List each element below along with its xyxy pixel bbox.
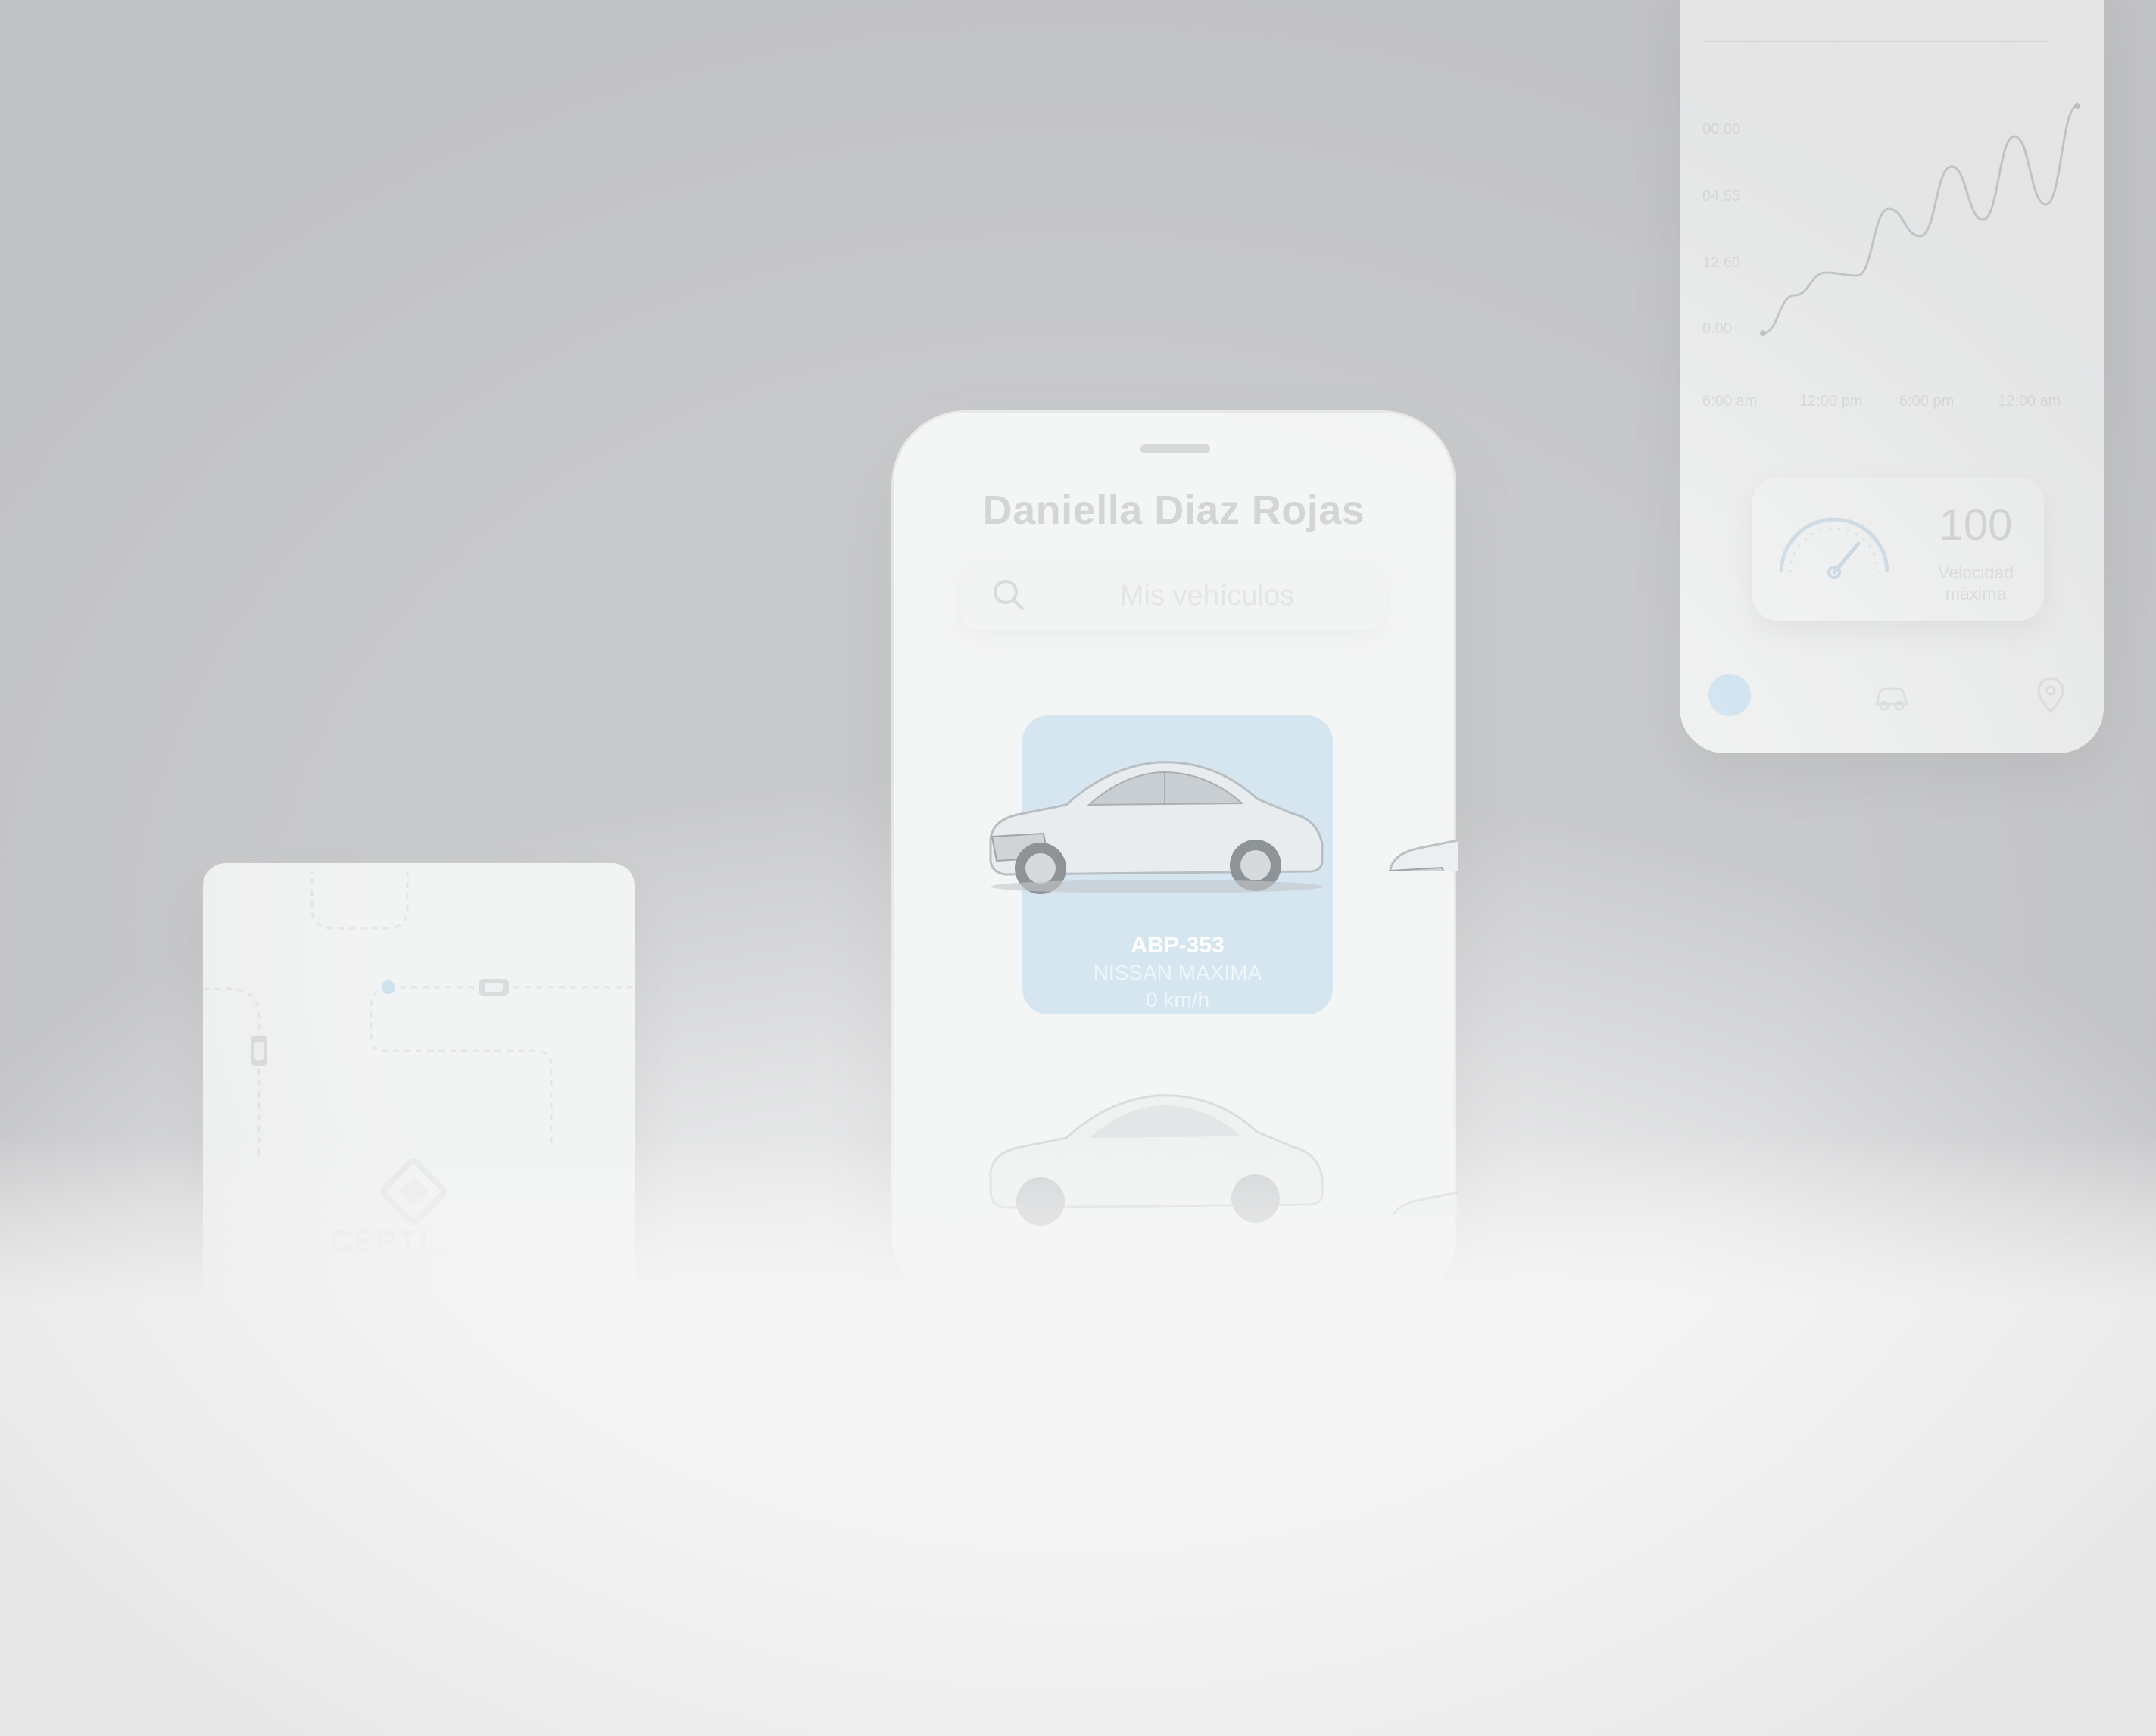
search-icon bbox=[988, 574, 1030, 616]
speed-line-chart: 00.00 04.55 12.60 0.00 6:00 am 12:00 pm 6:00 p… bbox=[1702, 41, 2080, 410]
speed-series-line bbox=[1762, 104, 2078, 335]
max-speed-value: 100 bbox=[1939, 500, 2013, 550]
route-start-dot bbox=[382, 980, 395, 994]
phone-notch bbox=[1140, 444, 1210, 453]
x-tick-label: 6:00 am bbox=[1702, 393, 1757, 410]
y-tick-label: 00.00 bbox=[1702, 121, 1740, 138]
y-tick-label: 04.55 bbox=[1702, 188, 1740, 204]
next-vehicle-card[interactable] bbox=[1374, 765, 1458, 871]
x-tick-label: 12:00 am bbox=[1998, 393, 2061, 410]
car-image bbox=[1391, 1191, 1458, 1215]
map-pin-icon[interactable] bbox=[2028, 674, 2073, 716]
max-speed-label: Velocidad máxima bbox=[1920, 562, 2031, 604]
search-input[interactable] bbox=[1044, 575, 1371, 616]
search-bar[interactable] bbox=[960, 560, 1386, 630]
car-marker-icon bbox=[251, 1036, 267, 1066]
y-tick-label: 0.00 bbox=[1702, 320, 1732, 337]
user-name-title: Daniella Diaz Rojas bbox=[982, 488, 1365, 533]
x-tick-label: 6:00 pm bbox=[1899, 393, 1954, 410]
vehicle-card[interactable]: ABP-353 NISSAN MAXIMA 0 km/h bbox=[989, 715, 1333, 1014]
speedometer-icon bbox=[1779, 517, 1889, 579]
car-image bbox=[989, 761, 1324, 894]
brand-wordmark: CERTI... bbox=[330, 1225, 459, 1258]
car-icon[interactable] bbox=[1869, 674, 1914, 716]
car-marker-icon bbox=[479, 979, 509, 996]
route-map bbox=[203, 871, 635, 1158]
vehicle-speed: 0 km/h bbox=[1145, 988, 1210, 1011]
car-image bbox=[1389, 839, 1458, 871]
next-vehicle-card[interactable] bbox=[1374, 1117, 1458, 1215]
vehicle-plate: ABP-353 bbox=[1131, 933, 1225, 958]
series-point bbox=[1760, 330, 1766, 336]
vehicle-list-phone: Daniella Diaz Rojas ABP-353 NISSAN MAXIM… bbox=[894, 413, 1458, 1306]
speed-stats-phone: 00.00 04.55 12.60 0.00 6:00 am 12:00 pm 6:00 p… bbox=[1680, 0, 2104, 753]
max-speed-label-line2: máxima bbox=[1945, 584, 2007, 603]
y-tick-label: 12.60 bbox=[1702, 254, 1740, 271]
vehicle-model: NISSAN MAXIMA bbox=[1093, 961, 1262, 984]
max-speed-card: 100 Velocidad máxima bbox=[1752, 477, 2044, 621]
home-icon[interactable] bbox=[1708, 674, 1751, 716]
route-map-phone: CERTI... bbox=[203, 863, 635, 1310]
max-speed-label-line1: Velocidad bbox=[1938, 563, 2014, 582]
series-point bbox=[2074, 103, 2080, 109]
x-tick-label: 12:00 pm bbox=[1799, 393, 1862, 410]
car-image bbox=[989, 1094, 1324, 1226]
